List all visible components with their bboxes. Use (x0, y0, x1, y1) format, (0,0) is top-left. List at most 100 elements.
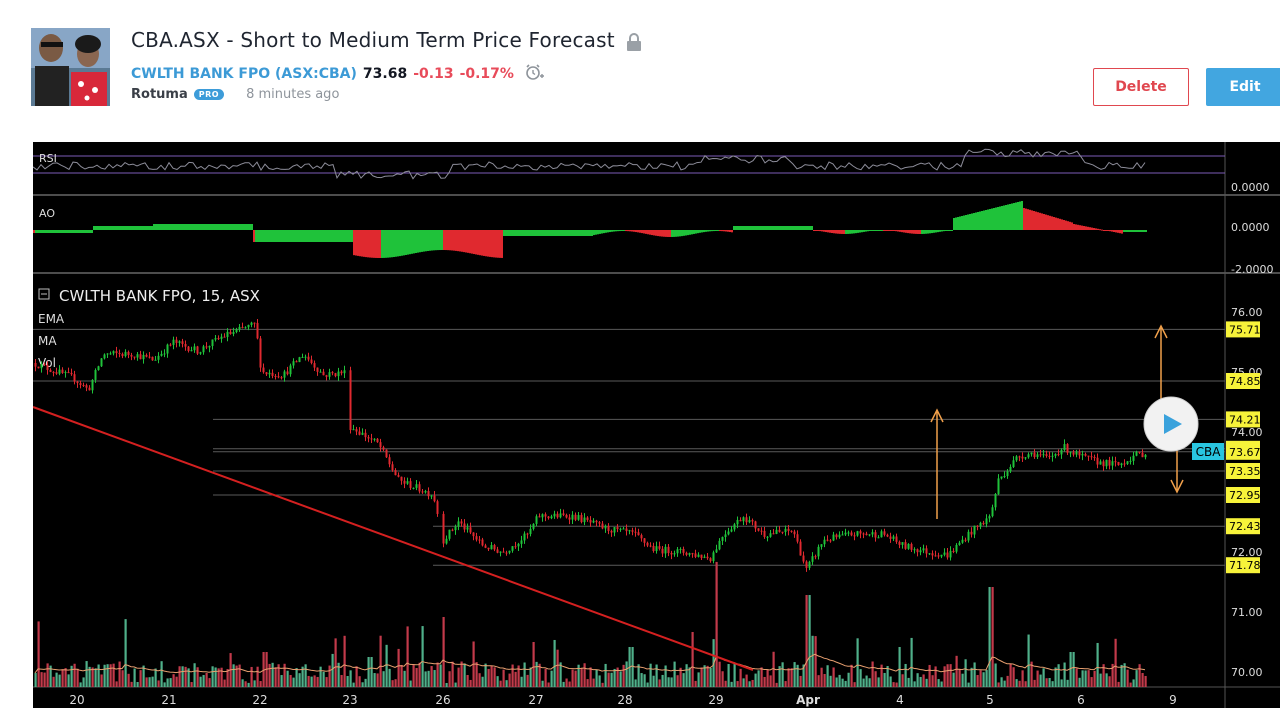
ao-bar (495, 230, 497, 258)
ao-bar (977, 212, 979, 230)
volume-bar (1069, 652, 1072, 687)
candle (91, 379, 94, 394)
volume-bar (298, 673, 301, 687)
candle (460, 519, 463, 527)
alarm-clock-icon[interactable] (524, 62, 544, 86)
volume-bar (118, 661, 121, 687)
indicator-ma[interactable]: MA (38, 334, 57, 348)
ao-bar (979, 211, 981, 230)
symbol-link[interactable]: CWLTH BANK FPO (ASX:CBA) (131, 66, 357, 82)
ao-bar (537, 230, 539, 236)
candle (859, 529, 862, 539)
candle (115, 346, 118, 358)
candle (1102, 459, 1105, 471)
candle (988, 514, 991, 523)
volume-bar (148, 677, 151, 687)
volume-bar (745, 674, 748, 687)
ao-bar (1065, 220, 1067, 230)
candle (706, 552, 709, 560)
candle (685, 551, 688, 557)
ao-bar (821, 230, 823, 232)
candle (898, 540, 901, 549)
volume-bar (427, 670, 430, 687)
volume-bar (76, 668, 79, 687)
forecast-arrow-up[interactable] (930, 408, 944, 519)
indicator-ema[interactable]: EMA (38, 312, 65, 326)
volume-bar (568, 681, 571, 687)
volume-bar (370, 657, 373, 687)
delete-button[interactable]: Delete (1093, 68, 1189, 106)
ao-bar (1113, 230, 1115, 232)
ao-bar (1137, 230, 1139, 232)
candle (1033, 449, 1036, 459)
volume-bar (964, 659, 967, 687)
ao-bar (191, 224, 193, 230)
ao-bar (1043, 214, 1045, 230)
ao-bar (235, 224, 237, 230)
volume-bar (718, 661, 721, 687)
ao-bar (129, 226, 131, 230)
volume-bar (757, 670, 760, 687)
volume-bar (1036, 670, 1039, 687)
volume-bar (775, 682, 778, 687)
ao-bar (275, 230, 277, 242)
candle (652, 542, 655, 553)
author-name[interactable]: Rotuma (131, 87, 188, 102)
candle (457, 517, 460, 531)
ao-bar (161, 224, 163, 230)
ao-bar (873, 230, 875, 231)
ao-bar (921, 230, 923, 234)
candle (889, 532, 892, 543)
candle (436, 499, 439, 517)
volume-bar (205, 672, 208, 687)
ao-bar (81, 230, 83, 233)
volume-bar (793, 662, 796, 687)
ao-bar (321, 230, 323, 242)
volume-bar (652, 675, 655, 687)
volume-bar (1087, 670, 1090, 687)
volume-bar (1075, 668, 1078, 687)
candle (433, 491, 436, 503)
ao-bar (73, 230, 75, 233)
edit-button[interactable]: Edit (1206, 68, 1280, 106)
price-change: -0.13 (413, 66, 454, 82)
ao-bar (615, 230, 617, 232)
candle (319, 369, 322, 373)
candle (475, 532, 478, 542)
volume-bar (640, 673, 643, 687)
ao-bar (825, 230, 827, 233)
candle (496, 546, 499, 554)
volume-bar (934, 666, 937, 687)
ao-bar (763, 226, 765, 230)
ao-bar (107, 226, 109, 230)
ao-bar (295, 230, 297, 242)
volume-bar (391, 680, 394, 687)
play-button[interactable] (1143, 396, 1199, 452)
candle (193, 343, 196, 353)
ao-bar (205, 224, 207, 230)
volume-bar (259, 681, 262, 687)
ao-bar (187, 224, 189, 230)
volume-bar (310, 676, 313, 687)
ao-bar (1133, 230, 1135, 232)
author-avatar[interactable] (31, 28, 110, 106)
volume-bar (64, 668, 67, 687)
ao-bar (317, 230, 319, 242)
ao-bar (689, 230, 691, 235)
collapse-icon[interactable] (38, 288, 50, 300)
candle (1042, 449, 1045, 458)
candle (835, 533, 838, 540)
ao-bar (1073, 224, 1075, 230)
volume-bar (373, 673, 376, 687)
ao-bar (307, 230, 309, 242)
ao-bar (115, 226, 117, 230)
volume-bar (532, 642, 535, 687)
ao-bar (391, 230, 393, 258)
chart-area[interactable]: RSI 0.0000 AO 0.0000 -2.0000 CWLTH BANK … (33, 142, 1280, 708)
ao-bar (1087, 226, 1089, 230)
ao-bar (907, 230, 909, 234)
volume-bar (271, 662, 274, 687)
volume-bar (1108, 676, 1111, 687)
volume-bar (1126, 669, 1129, 687)
ao-bar (657, 230, 659, 237)
